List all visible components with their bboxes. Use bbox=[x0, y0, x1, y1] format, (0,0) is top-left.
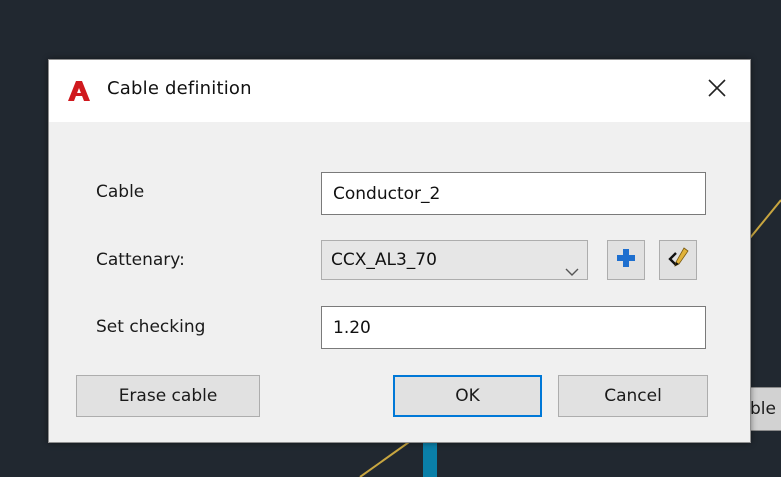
cattenary-selected-value: CCX_AL3_70 bbox=[331, 250, 437, 270]
cattenary-label: Cattenary: bbox=[96, 250, 185, 270]
edit-cattenary-button[interactable] bbox=[659, 240, 697, 280]
plus-icon bbox=[617, 249, 635, 271]
cable-definition-dialog: Cable definition Cable Cattenary: CCX_AL… bbox=[48, 59, 751, 443]
add-cattenary-button[interactable] bbox=[607, 240, 645, 280]
cattenary-select[interactable]: CCX_AL3_70 bbox=[321, 240, 588, 280]
chevron-down-icon bbox=[565, 253, 579, 291]
close-icon bbox=[708, 79, 726, 101]
drawing-line-right bbox=[749, 199, 781, 239]
dialog-title: Cable definition bbox=[107, 78, 252, 99]
set-checking-input[interactable] bbox=[321, 306, 706, 349]
dialog-titlebar[interactable]: Cable definition bbox=[49, 60, 750, 122]
background-tooltip: ble bbox=[747, 387, 781, 431]
drawing-pole bbox=[423, 440, 437, 477]
ok-button[interactable]: OK bbox=[393, 375, 542, 417]
cable-label: Cable bbox=[96, 182, 145, 202]
cable-name-input[interactable] bbox=[321, 172, 706, 215]
erase-cable-button[interactable]: Erase cable bbox=[76, 375, 260, 417]
close-button[interactable] bbox=[693, 70, 741, 110]
edit-pencil-icon bbox=[667, 247, 689, 273]
set-checking-label: Set checking bbox=[96, 317, 206, 337]
autocad-icon bbox=[68, 81, 90, 101]
cancel-button[interactable]: Cancel bbox=[558, 375, 708, 417]
